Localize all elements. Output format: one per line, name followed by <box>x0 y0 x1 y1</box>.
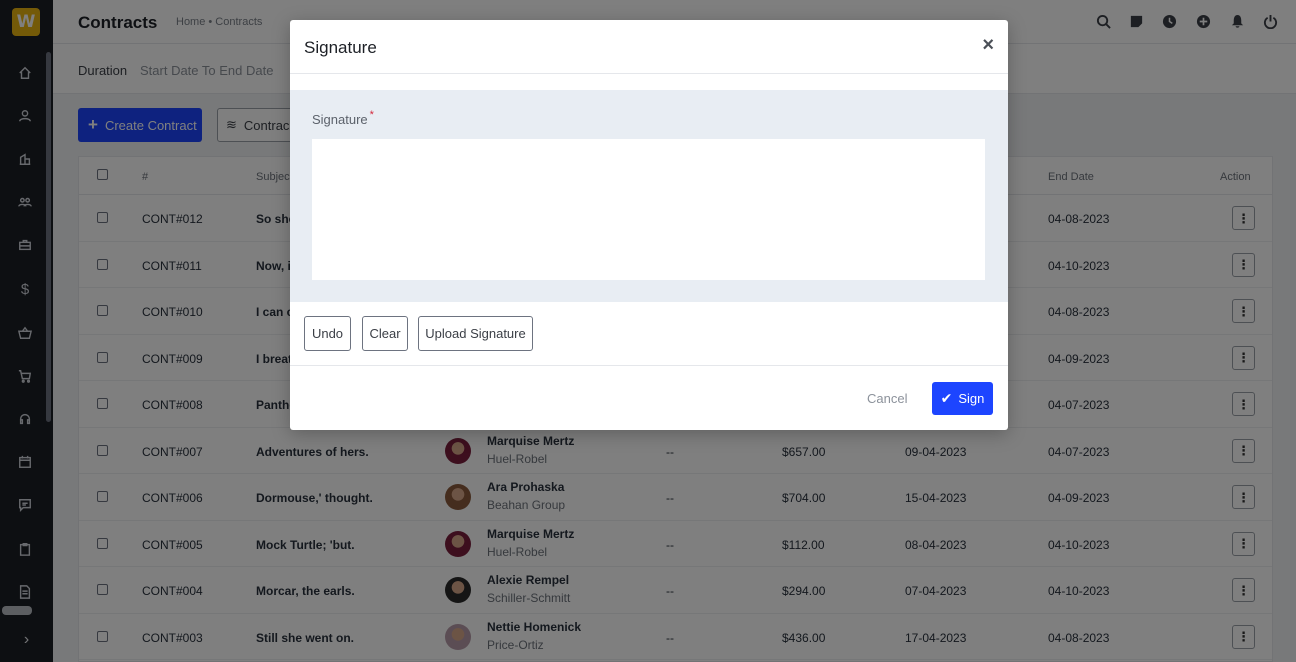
signature-modal: Signature × Signature * Undo Clear Upload… <box>290 20 1008 430</box>
sign-button[interactable]: ✔ Sign <box>932 382 993 415</box>
required-indicator: * <box>369 109 374 121</box>
modal-title: Signature <box>304 38 377 57</box>
modal-footer: Cancel ✔ Sign <box>290 365 1008 430</box>
close-icon[interactable]: × <box>982 35 994 55</box>
modal-header: Signature × <box>290 20 1008 74</box>
clear-button[interactable]: Clear <box>362 316 408 351</box>
upload-signature-button[interactable]: Upload Signature <box>418 316 533 351</box>
signature-pad[interactable] <box>312 139 985 280</box>
undo-button[interactable]: Undo <box>304 316 351 351</box>
cancel-button[interactable]: Cancel <box>867 391 907 406</box>
signature-section: Signature * <box>290 90 1008 302</box>
signature-label: Signature * <box>312 109 374 127</box>
check-icon: ✔ <box>940 390 953 406</box>
